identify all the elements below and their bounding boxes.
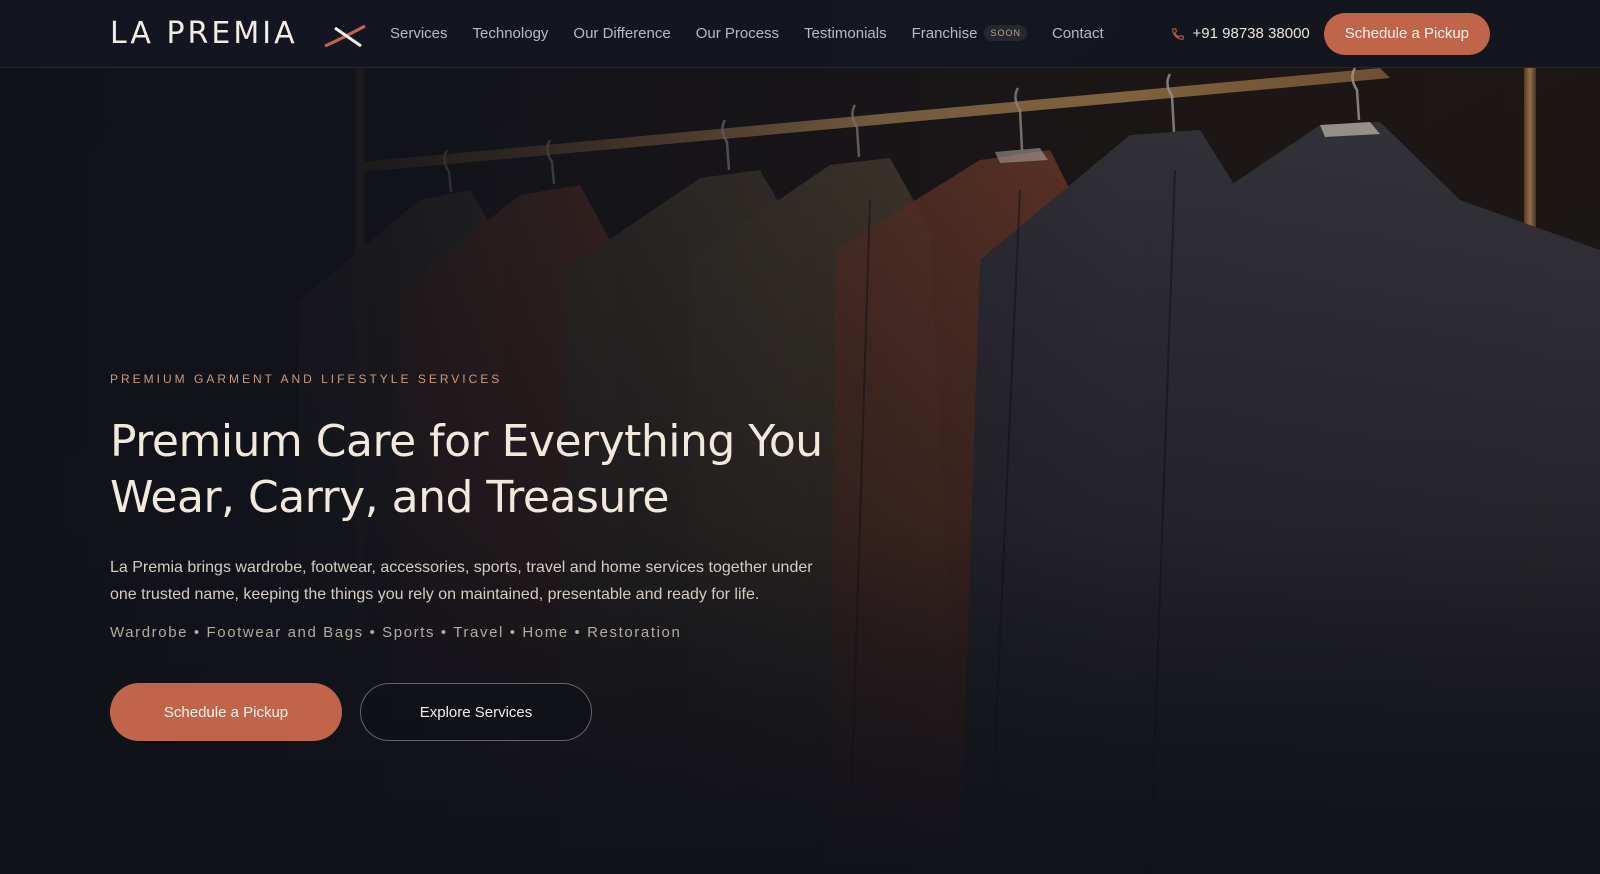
nav-link-our-process[interactable]: Our Process (696, 25, 779, 42)
nav-link-franchise-label: Franchise (911, 25, 978, 42)
schedule-pickup-nav-button[interactable]: Schedule a Pickup (1323, 12, 1490, 55)
top-navbar: LA PREMIA Services Technology Our Differ… (0, 0, 1600, 68)
logo-text: LA PREMIA (110, 16, 298, 51)
phone-number: +91 98738 38000 (1192, 25, 1310, 42)
hero-eyebrow: PREMIUM GARMENT AND LIFESTYLE SERVICES (110, 372, 503, 386)
nav-link-testimonials[interactable]: Testimonials (804, 25, 887, 42)
schedule-pickup-hero-button[interactable]: Schedule a Pickup (110, 683, 342, 741)
logo-swoosh-icon (324, 24, 366, 48)
hero-headline: Premium Care for Everything You Wear, Ca… (110, 416, 823, 523)
primary-nav: Services Technology Our Difference Our P… (390, 25, 1129, 42)
brand-logo[interactable]: LA PREMIA (110, 16, 366, 51)
nav-link-technology[interactable]: Technology (473, 25, 549, 42)
nav-actions: +91 98738 38000 Schedule a Pickup (1171, 12, 1490, 55)
explore-services-button[interactable]: Explore Services (360, 683, 592, 741)
hero-section: PREMIUM GARMENT AND LIFESTYLE SERVICES P… (110, 372, 870, 741)
nav-link-franchise[interactable]: Franchise SOON (912, 25, 1027, 42)
nav-link-services[interactable]: Services (390, 25, 448, 42)
service-categories: Wardrobe • Footwear and Bags • Sports • … (110, 624, 682, 641)
nav-link-contact[interactable]: Contact (1052, 25, 1104, 42)
phone-icon (1171, 27, 1185, 41)
phone-link[interactable]: +91 98738 38000 (1171, 25, 1310, 42)
hero-description: La Premia brings wardrobe, footwear, acc… (110, 559, 813, 603)
nav-link-our-difference[interactable]: Our Difference (573, 25, 670, 42)
hero-cta-row: Schedule a Pickup Explore Services (110, 683, 870, 741)
soon-badge: SOON (984, 25, 1027, 41)
